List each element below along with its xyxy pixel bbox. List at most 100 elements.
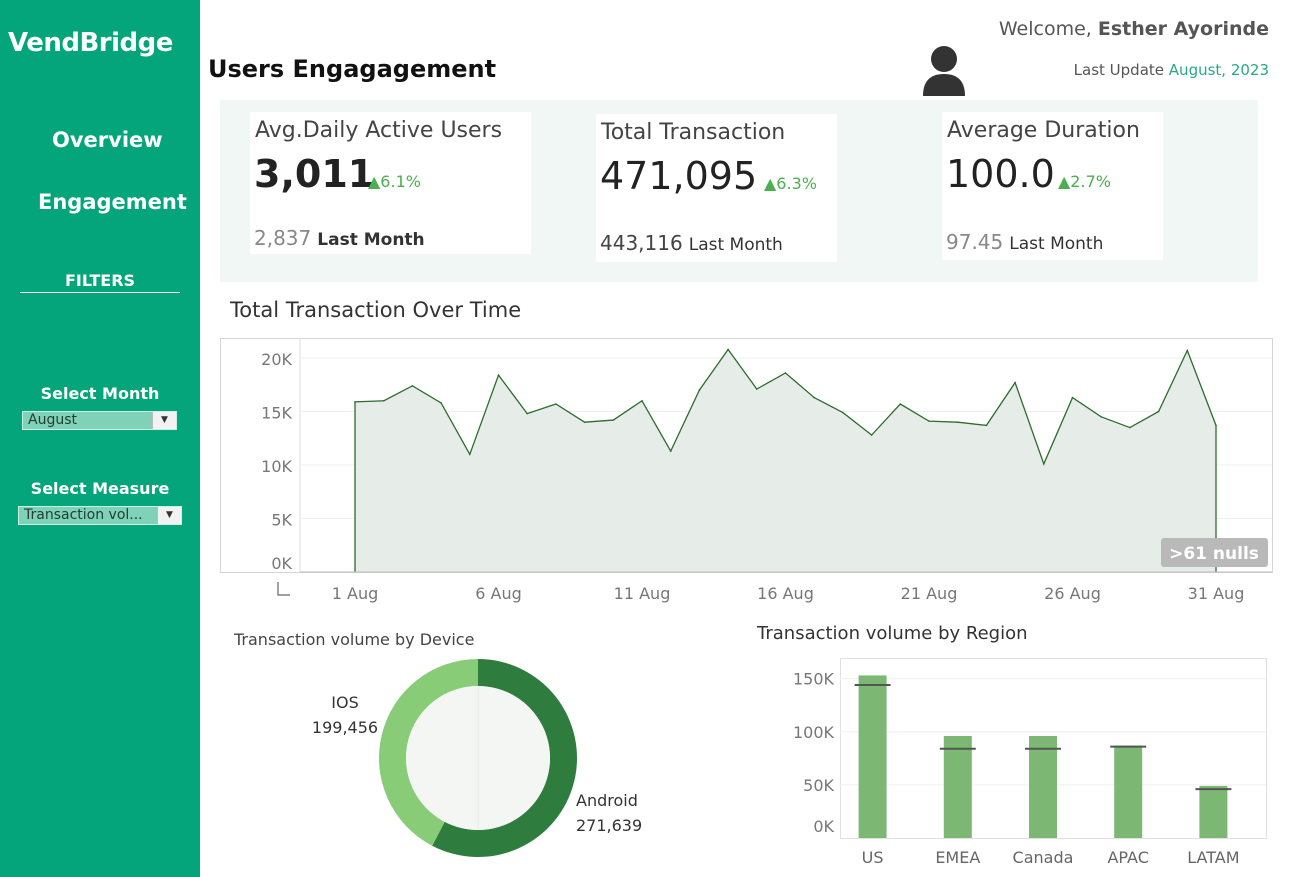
kpi-card-average-duration: Average Duration 100.0 ▲2.7% 97.45 Last M… [942,112,1163,260]
page-title: Users Engagagement [208,55,497,83]
kpi-previous-value: 97.45 [946,230,1004,254]
y-tick-label: 100K [793,723,835,742]
data-point [842,411,844,414]
kpi-value: 3,011 [254,152,375,196]
data-point [928,420,930,422]
line-chart-title: Total Transaction Over Time [230,298,522,322]
data-point [1071,396,1074,399]
donut-chart-title: Transaction volume by Device [234,630,475,649]
measure-dropdown[interactable]: Transaction vol... ▼ [18,506,182,525]
y-tick-label: 20K [261,350,292,369]
data-point [354,401,356,403]
kpi-previous-label: Last Month [688,235,783,255]
data-point [870,434,873,436]
kpi-value: 100.0 [946,152,1055,196]
nulls-indicator: >61 nulls [1161,538,1268,567]
select-month-label: Select Month [40,384,160,403]
transaction-over-time-chart[interactable]: 20K 15K 10K 5K 0K 1 Aug 6 Aug 11 Aug 16 Aug 21 Au… [220,336,1275,608]
data-point [1100,416,1102,418]
bar-emea [943,736,972,838]
x-tick-label: LATAM [1187,848,1239,867]
data-point [956,421,959,423]
data-point [612,419,615,421]
user-avatar-icon[interactable] [921,44,967,96]
welcome-text: Welcome, Esther Ayorinde [999,18,1269,40]
region-bar-chart[interactable]: 150K 100K 50K 0K US EMEA Canada APAC LATAM [760,650,1270,876]
month-dropdown-value: August [28,412,77,428]
donut-label-android: Android [576,791,638,810]
kpi-previous-value: 443,116 [600,231,683,255]
kpi-change: ▲6.3% [764,174,817,193]
last-update: Last Update August, 2023 [1074,61,1269,79]
sidebar: VendBridge Overview Engagement FILTERS S… [0,0,200,877]
x-tick-label: 1 Aug [332,584,379,603]
data-point [1043,463,1045,465]
measure-dropdown-value: Transaction vol... [24,507,143,523]
data-point [813,396,815,399]
axis-reset-icon [277,582,290,596]
month-dropdown[interactable]: August ▼ [22,411,177,430]
x-tick-label: Canada [1013,848,1074,867]
select-measure-label: Select Measure [30,479,170,498]
data-point [784,372,787,374]
device-donut-chart[interactable]: Android 271,639 IOS 199,456 [290,655,670,875]
x-tick-label: 11 Aug [614,584,671,603]
bar-apac [1114,745,1143,838]
data-point [411,385,414,387]
user-name: Esther Ayorinde [1097,18,1269,40]
welcome-prefix: Welcome, [998,18,1092,40]
x-tick-label: APAC [1107,848,1148,867]
kpi-previous: 2,837 Last Month [254,226,425,250]
x-tick-label: 21 Aug [901,584,958,603]
nav-item-overview[interactable]: Overview [52,128,163,152]
kpi-change: ▲2.7% [1058,172,1111,191]
data-point [583,421,586,423]
data-point [469,453,471,456]
data-point [641,400,643,402]
app-logo: VendBridge [8,28,173,58]
data-point [526,412,528,415]
bar-chart-title: Transaction volume by Region [757,623,1028,644]
data-point [899,403,902,405]
data-point [1129,426,1131,429]
last-update-value: August, 2023 [1168,61,1269,79]
data-point [727,348,729,351]
kpi-title: Average Duration [947,118,1140,143]
kpi-title: Avg.Daily Active Users [255,118,503,143]
nulls-label: >61 nulls [1169,544,1259,564]
data-point [985,424,988,427]
kpi-previous-value: 2,837 [254,226,312,250]
kpi-band: Avg.Daily Active Users 3,011 ▲6.1% 2,837… [220,100,1258,282]
filters-heading: FILTERS [20,271,180,293]
bar-latam [1199,785,1228,838]
y-tick-label: 0K [813,817,834,836]
data-point [1157,410,1160,413]
data-point [1014,381,1016,384]
last-update-label: Last Update [1073,61,1165,79]
chevron-down-icon[interactable]: ▼ [152,412,176,429]
y-tick-label: 150K [793,670,835,689]
bar-canada [1029,736,1057,838]
nav-item-engagement[interactable]: Engagement [38,190,187,214]
x-tick-label: 26 Aug [1044,584,1101,603]
data-point [669,450,672,452]
data-point [555,403,557,405]
donut-value-ios: 199,456 [312,718,378,737]
chevron-down-icon[interactable]: ▼ [157,507,181,524]
kpi-previous: 97.45 Last Month [946,230,1103,254]
x-tick-label: 6 Aug [475,584,522,603]
kpi-previous-label: Last Month [317,230,425,250]
donut-label-ios: IOS [331,693,358,712]
data-point [698,389,701,391]
kpi-previous-label: Last Month [1009,234,1104,254]
kpi-card-total-transaction: Total Transaction 471,095 ▲6.3% 443,116 L… [596,114,837,262]
data-point [440,402,442,404]
y-tick-label: 10K [261,457,292,476]
y-tick-label: 50K [803,776,834,795]
kpi-change: ▲6.1% [368,172,421,191]
x-tick-label: 31 Aug [1188,584,1245,603]
x-tick-label: 16 Aug [757,584,814,603]
kpi-value: 471,095 [600,154,758,198]
kpi-card-active-users: Avg.Daily Active Users 3,011 ▲6.1% 2,837… [250,112,531,254]
y-tick-label: 5K [271,511,292,530]
